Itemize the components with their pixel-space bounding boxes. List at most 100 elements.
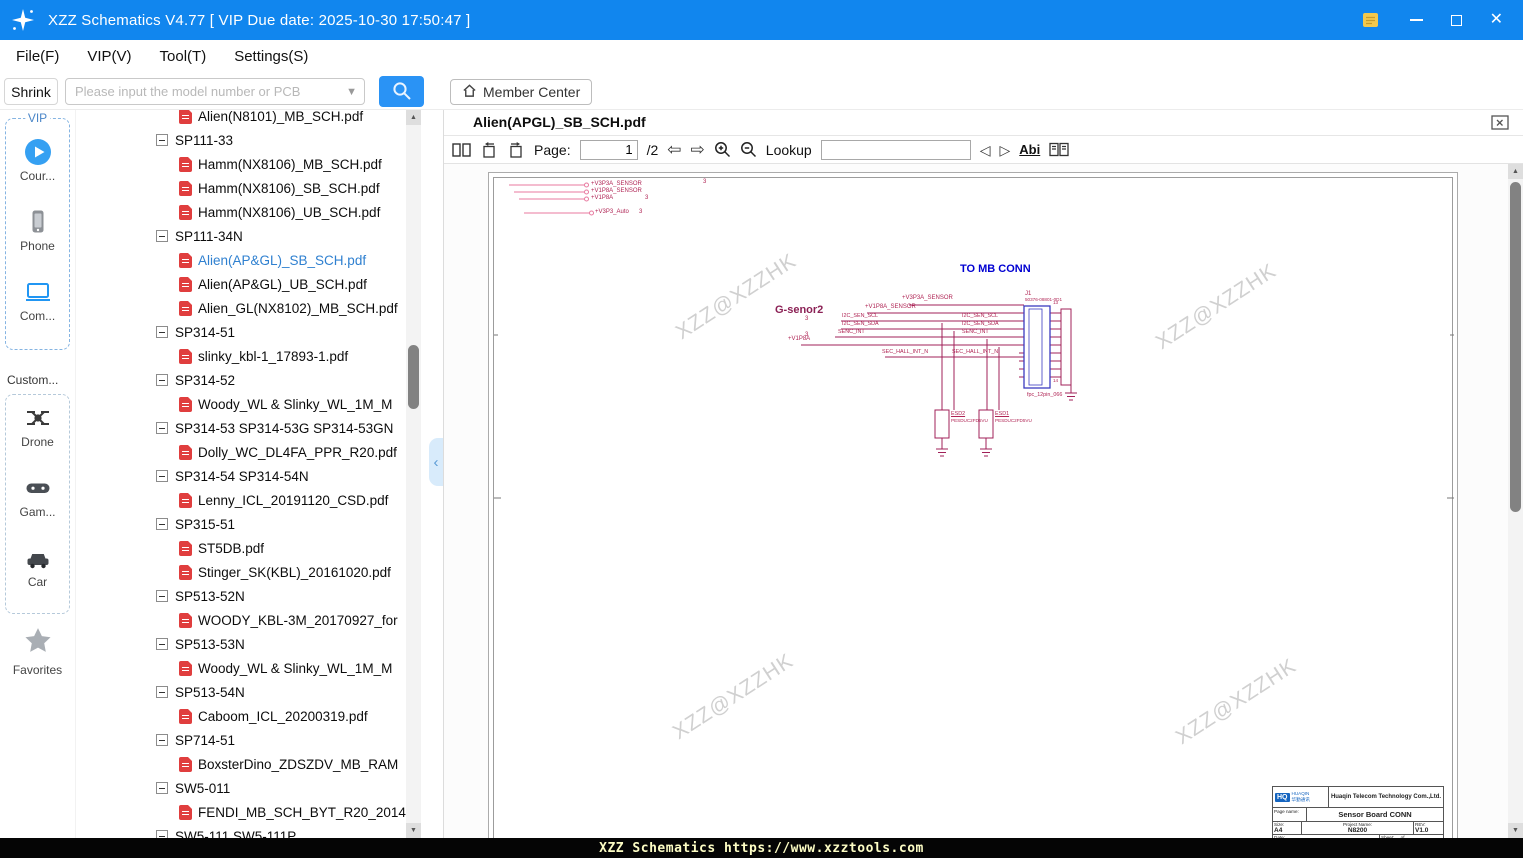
close-button[interactable]: ✕ bbox=[1490, 12, 1503, 28]
tree-node-row[interactable]: SP714-51 bbox=[76, 728, 406, 752]
tree-node-row[interactable]: SW5-011 bbox=[76, 776, 406, 800]
pdf-file-icon bbox=[179, 444, 192, 460]
member-center-button[interactable]: Member Center bbox=[450, 79, 593, 105]
tree-file-row[interactable]: FENDI_MB_SCH_BYT_R20_20140 bbox=[76, 800, 406, 824]
model-search-input[interactable] bbox=[66, 84, 347, 99]
tree-file-row[interactable]: slinky_kbl-1_17893-1.pdf bbox=[76, 344, 406, 368]
shrink-button[interactable]: Shrink bbox=[4, 78, 58, 105]
tree-file-row[interactable]: Woody_WL & Slinky_WL_1M_M bbox=[76, 656, 406, 680]
tree-collapse-icon[interactable] bbox=[156, 326, 168, 338]
tree-node-row[interactable]: SP513-53N bbox=[76, 632, 406, 656]
scroll-up-icon[interactable]: ▲ bbox=[406, 110, 421, 125]
document-area: Alien(APGL)_SB_SCH.pdf Page: /2 ⇦ bbox=[443, 110, 1523, 838]
tree-collapse-icon[interactable] bbox=[156, 638, 168, 650]
lookup-input[interactable] bbox=[820, 139, 971, 160]
tree-scrollbar-thumb[interactable] bbox=[408, 345, 419, 409]
net-label: +V3P3A_SENSOR bbox=[591, 181, 642, 187]
page-number-input[interactable] bbox=[579, 139, 638, 160]
tree-file-row[interactable]: Woody_WL & Slinky_WL_1M_M bbox=[76, 392, 406, 416]
text-select-icon[interactable]: Abi bbox=[1019, 142, 1040, 157]
find-next-icon[interactable]: ▷ bbox=[1000, 143, 1011, 157]
sidebar-item-computer[interactable]: Com... bbox=[6, 277, 69, 323]
tree-collapse-icon[interactable] bbox=[156, 470, 168, 482]
tree-collapse-icon[interactable] bbox=[156, 518, 168, 530]
tree-scrollbar[interactable]: ▲ ▼ bbox=[406, 110, 421, 838]
sidebar-item-favorites[interactable]: Favorites bbox=[0, 626, 75, 677]
license-card-icon[interactable] bbox=[1362, 11, 1382, 29]
search-button[interactable] bbox=[379, 76, 424, 107]
tree-file-row[interactable]: Alien(AP&GL)_SB_SCH.pdf bbox=[76, 248, 406, 272]
tree-collapse-icon[interactable] bbox=[156, 590, 168, 602]
tree-node-row[interactable]: SW5-111 SW5-111P bbox=[76, 824, 406, 838]
tree-collapse-icon[interactable] bbox=[156, 230, 168, 242]
tree-file-row[interactable]: Alien_GL(NX8102)_MB_SCH.pdf bbox=[76, 296, 406, 320]
tree-node-row[interactable]: SP314-51 bbox=[76, 320, 406, 344]
rotate-right-icon[interactable] bbox=[507, 141, 525, 158]
tree-collapse-icon[interactable] bbox=[156, 422, 168, 434]
tree-node-row[interactable]: SP314-53 SP314-53G SP314-53GN bbox=[76, 416, 406, 440]
phone-icon bbox=[6, 207, 69, 237]
prev-view-icon[interactable]: ⇦ bbox=[667, 141, 681, 158]
app-window: XZZ Schematics V4.77 [ VIP Due date: 202… bbox=[0, 0, 1523, 858]
close-document-icon[interactable] bbox=[1491, 115, 1509, 135]
menu-tool[interactable]: Tool(T) bbox=[160, 48, 207, 65]
zoom-in-icon[interactable] bbox=[714, 141, 731, 158]
tree-item-label: SW5-111 SW5-111P bbox=[175, 828, 297, 839]
tree-file-row[interactable]: Caboom_ICL_20200319.pdf bbox=[76, 704, 406, 728]
tree-file-row[interactable]: Dolly_WC_DL4FA_PPR_R20.pdf bbox=[76, 440, 406, 464]
tree-node-row[interactable]: SP315-51 bbox=[76, 512, 406, 536]
scroll-up-icon[interactable]: ▲ bbox=[1508, 164, 1523, 179]
tree-node-row[interactable]: SP314-52 bbox=[76, 368, 406, 392]
category-sidebar: VIP Cour... Phone Com... Custom... Drone… bbox=[0, 110, 75, 838]
find-prev-icon[interactable]: ◁ bbox=[980, 143, 991, 157]
minimize-button[interactable] bbox=[1409, 19, 1423, 21]
menu-settings[interactable]: Settings(S) bbox=[234, 48, 308, 65]
tree-collapse-icon[interactable] bbox=[156, 734, 168, 746]
size-value: A4 bbox=[1274, 827, 1283, 835]
tree-collapse-icon[interactable] bbox=[156, 134, 168, 146]
tree-file-row[interactable]: WOODY_KBL-3M_20170927_for bbox=[76, 608, 406, 632]
scroll-down-icon[interactable]: ▼ bbox=[1508, 823, 1523, 838]
tree-file-row[interactable]: ST5DB.pdf bbox=[76, 536, 406, 560]
tree-file-row[interactable]: Hamm(NX8106)_UB_SCH.pdf bbox=[76, 200, 406, 224]
tree-collapse-icon[interactable] bbox=[156, 374, 168, 386]
chevron-down-icon[interactable]: ▼ bbox=[346, 86, 357, 98]
tree-node-row[interactable]: SP513-54N bbox=[76, 680, 406, 704]
rotate-left-icon[interactable] bbox=[480, 141, 498, 158]
tree-node-row[interactable]: SP513-52N bbox=[76, 584, 406, 608]
pdf-scrollbar-thumb[interactable] bbox=[1510, 182, 1521, 512]
collapse-panel-handle[interactable]: ‹ bbox=[429, 438, 443, 486]
sidebar-item-drone[interactable]: Drone bbox=[6, 403, 69, 449]
tree-file-row[interactable]: Hamm(NX8106)_SB_SCH.pdf bbox=[76, 176, 406, 200]
sidebar-item-car[interactable]: Car bbox=[6, 543, 69, 589]
menu-vip[interactable]: VIP(V) bbox=[87, 48, 131, 65]
tree-node-row[interactable]: SP111-33 bbox=[76, 128, 406, 152]
tree-file-row[interactable]: Hamm(NX8106)_MB_SCH.pdf bbox=[76, 152, 406, 176]
zoom-out-icon[interactable] bbox=[740, 141, 757, 158]
tree-file-row[interactable]: Lenny_ICL_20191120_CSD.pdf bbox=[76, 488, 406, 512]
facing-pages-icon[interactable] bbox=[1049, 142, 1069, 157]
next-view-icon[interactable]: ⇨ bbox=[691, 141, 705, 158]
tree-collapse-icon[interactable] bbox=[156, 686, 168, 698]
maximize-button[interactable] bbox=[1450, 14, 1462, 26]
tree-file-row[interactable]: Stinger_SK(KBL)_20161020.pdf bbox=[76, 560, 406, 584]
scroll-down-icon[interactable]: ▼ bbox=[406, 823, 421, 838]
tree-collapse-icon[interactable] bbox=[156, 782, 168, 794]
tree-node-row[interactable]: SP111-34N bbox=[76, 224, 406, 248]
tree-item-label: ST5DB.pdf bbox=[198, 540, 265, 556]
pdf-scrollbar[interactable]: ▲ ▼ bbox=[1508, 164, 1523, 838]
sidebar-item-phone[interactable]: Phone bbox=[6, 207, 69, 253]
tree-file-row[interactable]: Alien(N8101)_MB_SCH.pdf bbox=[76, 110, 406, 128]
tree-file-row[interactable]: BoxsterDino_ZDSZDV_MB_RAM bbox=[76, 752, 406, 776]
member-center-label: Member Center bbox=[483, 84, 581, 100]
date-label: Date: bbox=[1274, 835, 1285, 838]
sidebar-item-course[interactable]: Cour... bbox=[6, 137, 69, 183]
document-tab[interactable]: Alien(APGL)_SB_SCH.pdf bbox=[473, 110, 646, 135]
tree-node-row[interactable]: SP314-54 SP314-54N bbox=[76, 464, 406, 488]
sidebar-item-game[interactable]: Gam... bbox=[6, 473, 69, 519]
pdf-viewport[interactable]: XZZ@XZZHK XZZ@XZZHK XZZ@XZZHK XZZ@XZZHK … bbox=[444, 164, 1523, 838]
tree-file-row[interactable]: Alien(AP&GL)_UB_SCH.pdf bbox=[76, 272, 406, 296]
menu-file[interactable]: File(F) bbox=[16, 48, 59, 65]
tree-collapse-icon[interactable] bbox=[156, 830, 168, 838]
two-page-view-icon[interactable] bbox=[452, 142, 471, 158]
